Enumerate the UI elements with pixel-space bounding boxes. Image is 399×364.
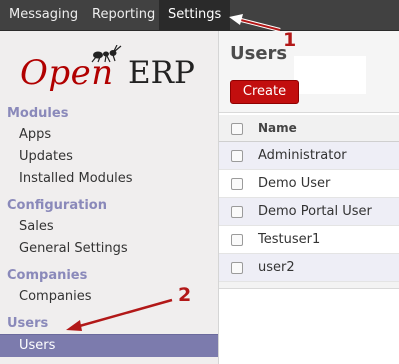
sidebar-item-general-settings[interactable]: General Settings	[19, 241, 128, 256]
menu-messaging[interactable]: Messaging	[0, 0, 87, 30]
search-area[interactable]	[294, 56, 366, 94]
logo-erp-text: ERP	[128, 55, 195, 91]
sidebar: Open ERP Modules Apps Updates Installed …	[0, 31, 219, 364]
users-table: Name Administrator Demo User Demo Portal…	[219, 115, 399, 289]
menu-settings[interactable]: Settings	[159, 0, 231, 30]
page-title: Users	[230, 43, 288, 64]
main-content: Users Create Name Administrator Demo Use…	[219, 31, 399, 364]
row-checkbox[interactable]	[231, 234, 243, 246]
table-row[interactable]: user2	[219, 254, 399, 282]
sidebar-item-companies[interactable]: Companies	[19, 289, 92, 304]
table-row[interactable]: Administrator	[219, 142, 399, 170]
menu-reporting[interactable]: Reporting	[83, 0, 164, 30]
row-checkbox[interactable]	[231, 178, 243, 190]
openerp-logo: Open ERP	[16, 45, 206, 107]
select-all-checkbox[interactable]	[231, 123, 243, 135]
sidebar-item-apps[interactable]: Apps	[19, 127, 51, 142]
table-footer	[219, 282, 399, 289]
view-header: Users Create	[219, 31, 399, 113]
top-menu-bar: Messaging Reporting Settings	[0, 0, 399, 31]
section-modules: Modules	[7, 106, 69, 121]
column-header-name[interactable]: Name	[258, 121, 297, 135]
section-companies: Companies	[7, 268, 88, 283]
row-checkbox[interactable]	[231, 206, 243, 218]
table-row[interactable]: Testuser1	[219, 226, 399, 254]
user-name[interactable]: Testuser1	[258, 232, 320, 247]
section-users: Users	[7, 316, 49, 331]
sidebar-item-installed-modules[interactable]: Installed Modules	[19, 171, 133, 186]
user-name[interactable]: Administrator	[258, 148, 347, 163]
create-button[interactable]: Create	[230, 80, 299, 104]
sidebar-item-sales[interactable]: Sales	[19, 219, 54, 234]
table-row[interactable]: Demo User	[219, 170, 399, 198]
row-checkbox[interactable]	[231, 262, 243, 274]
table-header: Name	[219, 115, 399, 142]
row-checkbox[interactable]	[231, 150, 243, 162]
section-configuration: Configuration	[7, 198, 107, 213]
sidebar-item-users[interactable]: Users	[0, 334, 218, 357]
user-name[interactable]: Demo Portal User	[258, 204, 372, 219]
user-name[interactable]: Demo User	[258, 176, 330, 191]
user-name[interactable]: user2	[258, 260, 295, 275]
table-row[interactable]: Demo Portal User	[219, 198, 399, 226]
ant-icon	[91, 45, 122, 63]
sidebar-item-updates[interactable]: Updates	[19, 149, 73, 164]
sidebar-item-users-label: Users	[19, 338, 56, 353]
